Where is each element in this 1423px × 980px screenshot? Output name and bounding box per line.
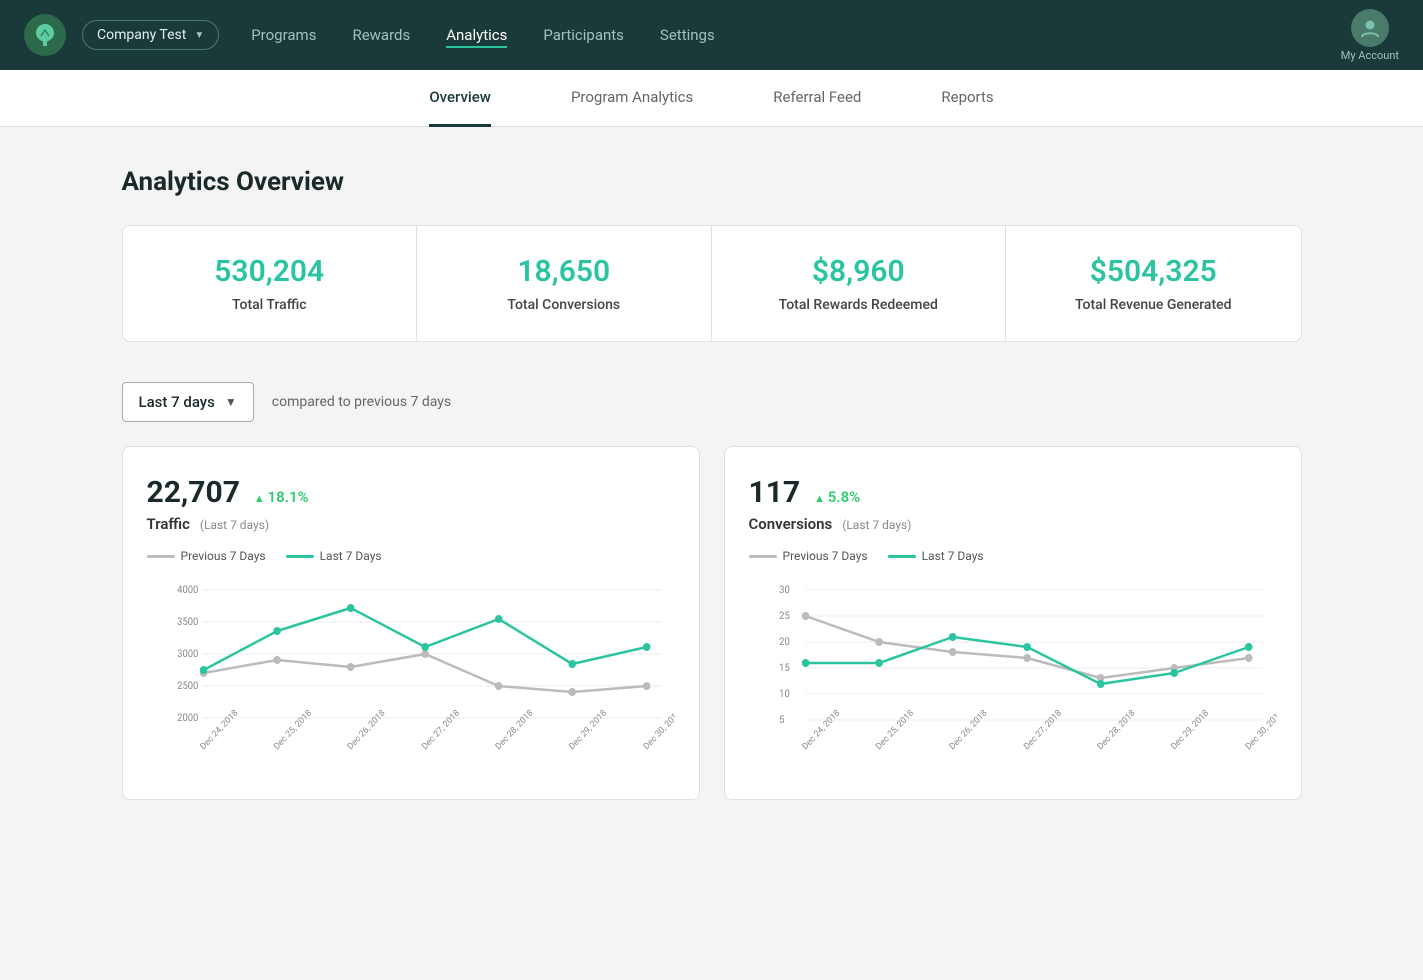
legend-gray-line xyxy=(147,555,175,558)
top-nav: Company Test ▼ Programs Rewards Analytic… xyxy=(0,0,1423,70)
tab-overview[interactable]: Overview xyxy=(429,70,491,127)
traffic-chart-svg: 4000 3500 3000 2500 2000 xyxy=(147,575,675,775)
filter-row: Last 7 days ▼ compared to previous 7 day… xyxy=(122,382,1302,422)
traffic-chart-svg-container: 4000 3500 3000 2500 2000 xyxy=(147,575,675,779)
svg-text:2000: 2000 xyxy=(177,713,198,724)
svg-text:25: 25 xyxy=(779,611,790,622)
stats-row: 530,204 Total Traffic 18,650 Total Conve… xyxy=(122,225,1302,342)
svg-text:Dec 30, 2018: Dec 30, 2018 xyxy=(1243,708,1276,752)
svg-text:20: 20 xyxy=(779,637,790,648)
svg-text:3500: 3500 xyxy=(177,617,198,628)
stat-label-rewards: Total Rewards Redeemed xyxy=(732,297,986,313)
conv-legend-curr-label: Last 7 Days xyxy=(922,549,984,563)
conversions-title: Conversions xyxy=(749,515,833,533)
stat-label-traffic: Total Traffic xyxy=(143,297,397,313)
company-selector[interactable]: Company Test ▼ xyxy=(82,20,219,50)
svg-text:5: 5 xyxy=(779,715,785,726)
conversions-pct: 5.8% xyxy=(814,488,860,506)
legend-gray-line xyxy=(749,555,777,558)
conversions-legend: Previous 7 Days Last 7 Days xyxy=(749,549,1277,563)
tab-reports[interactable]: Reports xyxy=(941,70,993,127)
account-menu[interactable]: My Account xyxy=(1341,9,1399,62)
tab-program-analytics[interactable]: Program Analytics xyxy=(571,70,693,127)
svg-text:Dec 25, 2018: Dec 25, 2018 xyxy=(874,708,916,752)
nav-links: Programs Rewards Analytics Participants … xyxy=(251,22,1341,48)
traffic-period: (Last 7 days) xyxy=(200,518,269,532)
stat-total-conversions: 18,650 Total Conversions xyxy=(417,226,712,341)
nav-programs[interactable]: Programs xyxy=(251,22,316,48)
svg-text:2500: 2500 xyxy=(177,681,198,692)
stat-value-conversions: 18,650 xyxy=(437,254,691,289)
svg-text:Dec 28, 2018: Dec 28, 2018 xyxy=(493,708,535,752)
company-name: Company Test xyxy=(97,27,186,43)
date-range-value: Last 7 days xyxy=(139,393,215,411)
nav-rewards[interactable]: Rewards xyxy=(352,22,410,48)
stat-value-rewards: $8,960 xyxy=(732,254,986,289)
conv-legend-prev: Previous 7 Days xyxy=(749,549,868,563)
logo xyxy=(24,14,66,56)
conversions-chart-svg: 30 25 20 15 10 5 xyxy=(749,575,1277,775)
legend-curr: Last 7 Days xyxy=(286,549,382,563)
conv-legend-curr: Last 7 Days xyxy=(888,549,984,563)
main-content: Analytics Overview 530,204 Total Traffic… xyxy=(62,127,1362,840)
legend-teal-line xyxy=(888,555,916,558)
tab-referral-feed[interactable]: Referral Feed xyxy=(773,70,861,127)
legend-curr-label: Last 7 Days xyxy=(320,549,382,563)
stat-label-conversions: Total Conversions xyxy=(437,297,691,313)
svg-text:Dec 24, 2018: Dec 24, 2018 xyxy=(800,708,842,752)
traffic-title: Traffic xyxy=(147,515,190,533)
traffic-chart-header: 22,707 18.1% Traffic (Last 7 days) xyxy=(147,475,675,533)
svg-text:Dec 28, 2018: Dec 28, 2018 xyxy=(1095,708,1137,752)
stat-total-traffic: 530,204 Total Traffic xyxy=(123,226,418,341)
charts-row: 22,707 18.1% Traffic (Last 7 days) Previ… xyxy=(122,446,1302,800)
legend-prev: Previous 7 Days xyxy=(147,549,266,563)
date-range-dropdown[interactable]: Last 7 days ▼ xyxy=(122,382,254,422)
nav-participants[interactable]: Participants xyxy=(543,22,624,48)
svg-text:Dec 27, 2018: Dec 27, 2018 xyxy=(420,708,462,752)
svg-text:Dec 25, 2018: Dec 25, 2018 xyxy=(272,708,314,752)
svg-text:Dec 27, 2018: Dec 27, 2018 xyxy=(1022,708,1064,752)
sub-nav: Overview Program Analytics Referral Feed… xyxy=(0,70,1423,127)
compare-text: compared to previous 7 days xyxy=(272,394,451,410)
conversions-chart-card: 117 5.8% Conversions (Last 7 days) Previ… xyxy=(724,446,1302,800)
account-label: My Account xyxy=(1341,49,1399,62)
svg-text:Dec 29, 2018: Dec 29, 2018 xyxy=(1169,708,1211,752)
stat-value-revenue: $504,325 xyxy=(1026,254,1281,289)
svg-text:15: 15 xyxy=(779,663,790,674)
svg-text:Dec 26, 2018: Dec 26, 2018 xyxy=(345,708,387,752)
nav-settings[interactable]: Settings xyxy=(660,22,715,48)
chevron-down-icon: ▼ xyxy=(194,30,204,41)
conversions-period: (Last 7 days) xyxy=(842,518,911,532)
svg-text:10: 10 xyxy=(779,689,790,700)
traffic-legend: Previous 7 Days Last 7 Days xyxy=(147,549,675,563)
traffic-pct: 18.1% xyxy=(254,488,309,506)
conv-legend-prev-label: Previous 7 Days xyxy=(783,549,868,563)
svg-text:30: 30 xyxy=(779,585,790,596)
svg-text:Dec 24, 2018: Dec 24, 2018 xyxy=(198,708,240,752)
svg-text:3000: 3000 xyxy=(177,649,198,660)
traffic-value: 22,707 xyxy=(147,475,240,510)
conversions-chart-svg-container: 30 25 20 15 10 5 xyxy=(749,575,1277,779)
stat-value-traffic: 530,204 xyxy=(143,254,397,289)
svg-text:Dec 30, 2018: Dec 30, 2018 xyxy=(641,708,674,752)
page-title: Analytics Overview xyxy=(122,167,1302,197)
stat-total-revenue: $504,325 Total Revenue Generated xyxy=(1006,226,1301,341)
conversions-value: 117 xyxy=(749,475,801,510)
legend-prev-label: Previous 7 Days xyxy=(181,549,266,563)
traffic-chart-card: 22,707 18.1% Traffic (Last 7 days) Previ… xyxy=(122,446,700,800)
svg-text:4000: 4000 xyxy=(177,585,198,596)
stat-label-revenue: Total Revenue Generated xyxy=(1026,297,1281,313)
svg-text:Dec 29, 2018: Dec 29, 2018 xyxy=(567,708,609,752)
legend-teal-line xyxy=(286,555,314,558)
account-avatar xyxy=(1351,9,1389,47)
svg-text:Dec 26, 2018: Dec 26, 2018 xyxy=(947,708,989,752)
conversions-chart-header: 117 5.8% Conversions (Last 7 days) xyxy=(749,475,1277,533)
chevron-down-icon: ▼ xyxy=(225,395,237,409)
nav-analytics[interactable]: Analytics xyxy=(446,22,507,48)
stat-total-rewards: $8,960 Total Rewards Redeemed xyxy=(712,226,1007,341)
